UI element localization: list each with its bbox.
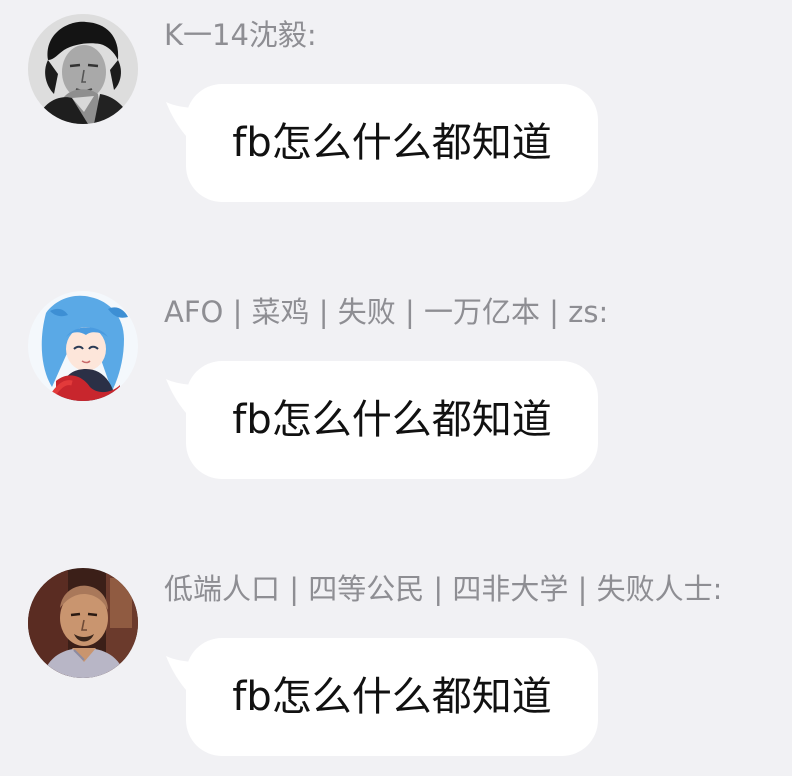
message-text: fb怎么什么都知道 [232, 674, 552, 720]
anime-girl-avatar-icon[interactable] [28, 291, 138, 401]
message-text: fb怎么什么都知道 [232, 397, 552, 443]
chat-message-list[interactable]: K一14沈毅: fb怎么什么都知道 AFO | 菜鸡 | 失败 | 一万亿本 |… [0, 0, 792, 776]
sender-name: K一14沈毅: [164, 18, 317, 52]
sender-name: 低端人口 | 四等公民 | 四非大学 | 失败人士: [164, 572, 723, 606]
sender-name: AFO | 菜鸡 | 失败 | 一万亿本 | zs: [164, 295, 609, 329]
chat-message: K一14沈毅: fb怎么什么都知道 [0, 0, 792, 202]
chat-message: 低端人口 | 四等公民 | 四非大学 | 失败人士: fb怎么什么都知道 [0, 554, 792, 756]
bald-man-avatar-icon[interactable] [28, 568, 138, 678]
message-bubble[interactable]: fb怎么什么都知道 [166, 361, 598, 479]
message-bubble[interactable]: fb怎么什么都知道 [166, 638, 598, 756]
chat-message: AFO | 菜鸡 | 失败 | 一万亿本 | zs: fb怎么什么都知道 [0, 277, 792, 479]
message-text: fb怎么什么都知道 [232, 120, 552, 166]
portrait-avatar-icon[interactable] [28, 14, 138, 124]
message-bubble[interactable]: fb怎么什么都知道 [166, 84, 598, 202]
